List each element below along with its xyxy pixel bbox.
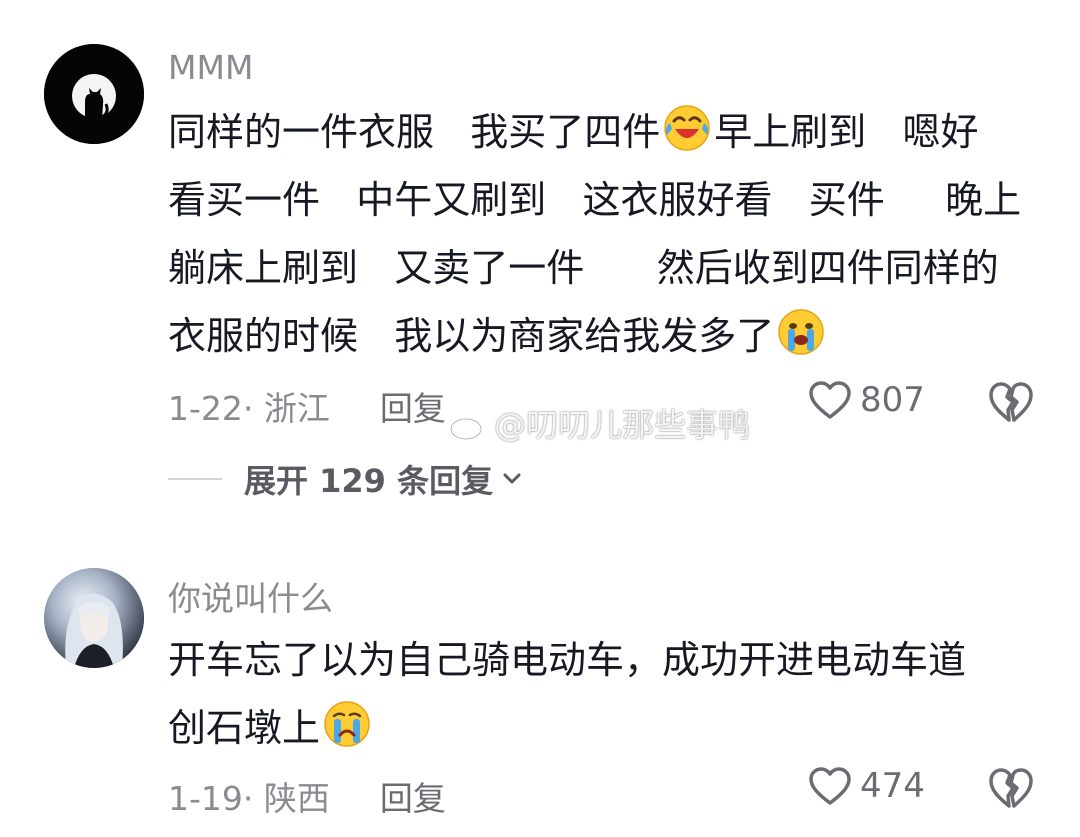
- comment-text-segment: 创石墩上: [168, 706, 321, 750]
- heart-outline-icon: [809, 767, 851, 805]
- watermark-text: @叨叨儿那些事鸭: [494, 406, 751, 444]
- reply-button[interactable]: 回复: [380, 779, 446, 818]
- avatar[interactable]: [44, 568, 144, 668]
- weibo-logo-icon: [449, 411, 489, 441]
- comment-date: 1-19: [168, 779, 243, 818]
- expand-replies-label: 展开 129 条回复: [244, 462, 494, 500]
- avatar[interactable]: [44, 44, 144, 144]
- comment-meta: 1-22· 浙江 回复: [168, 382, 446, 430]
- comment-text-segment: 看买一件 中午又刷到 这衣服好看 买件 晚上: [168, 178, 1022, 222]
- sad-crying-emoji: [324, 701, 370, 747]
- comment-text: 开车忘了以为自己骑电动车，成功开进电动车道 创石墩上: [168, 626, 1038, 762]
- comment-text: 同样的一件衣服 我买了四件 早上刷到 嗯好 看买一件 中午又刷到 这衣服好看 买…: [168, 98, 1038, 370]
- comment-date: 1-22: [168, 389, 243, 428]
- like-button[interactable]: 474: [808, 766, 925, 806]
- expand-replies-button[interactable]: 展开 129 条回复: [168, 456, 525, 502]
- divider: [168, 478, 222, 480]
- comment-text-segment: 开车忘了以为自己骑电动车，成功开进电动车道: [168, 638, 967, 682]
- comment-text-segment: 同样的一件衣服 我买了四件: [168, 110, 661, 154]
- comment-text-segment: 早上刷到 嗯好: [714, 110, 979, 154]
- avatar-anime-girl-image: [44, 568, 144, 668]
- comment-location: 陕西: [263, 779, 330, 818]
- like-count: 474: [860, 766, 925, 806]
- comment-location: 浙江: [263, 389, 330, 428]
- username[interactable]: 你说叫什么: [168, 572, 333, 620]
- broken-heart-icon[interactable]: [988, 766, 1034, 810]
- date-separator: ·: [242, 389, 254, 428]
- comment-text-segment: 衣服的时候 我以为商家给我发多了: [168, 314, 775, 358]
- reply-button[interactable]: 回复: [380, 389, 446, 428]
- watermark: @叨叨儿那些事鸭: [448, 400, 750, 446]
- date-separator: ·: [242, 779, 254, 818]
- like-count: 807: [860, 380, 925, 420]
- comment-meta: 1-19· 陕西 回复: [168, 772, 446, 820]
- chevron-down-icon: [503, 473, 521, 484]
- laughing-crying-emoji: [664, 105, 710, 151]
- avatar-moon-cat-image: [44, 44, 144, 144]
- heart-outline-icon: [809, 381, 851, 419]
- crying-emoji: [778, 309, 824, 355]
- like-button[interactable]: 807: [808, 380, 925, 420]
- comment-item: MMM 同样的一件衣服 我买了四件 早上刷到 嗯好 看买一件 中午又刷到 这衣服…: [0, 0, 1080, 540]
- username[interactable]: MMM: [168, 48, 253, 87]
- comment-text-segment: 躺床上刷到 又卖了一件 然后收到四件同样的: [168, 246, 999, 290]
- broken-heart-icon[interactable]: [988, 380, 1034, 424]
